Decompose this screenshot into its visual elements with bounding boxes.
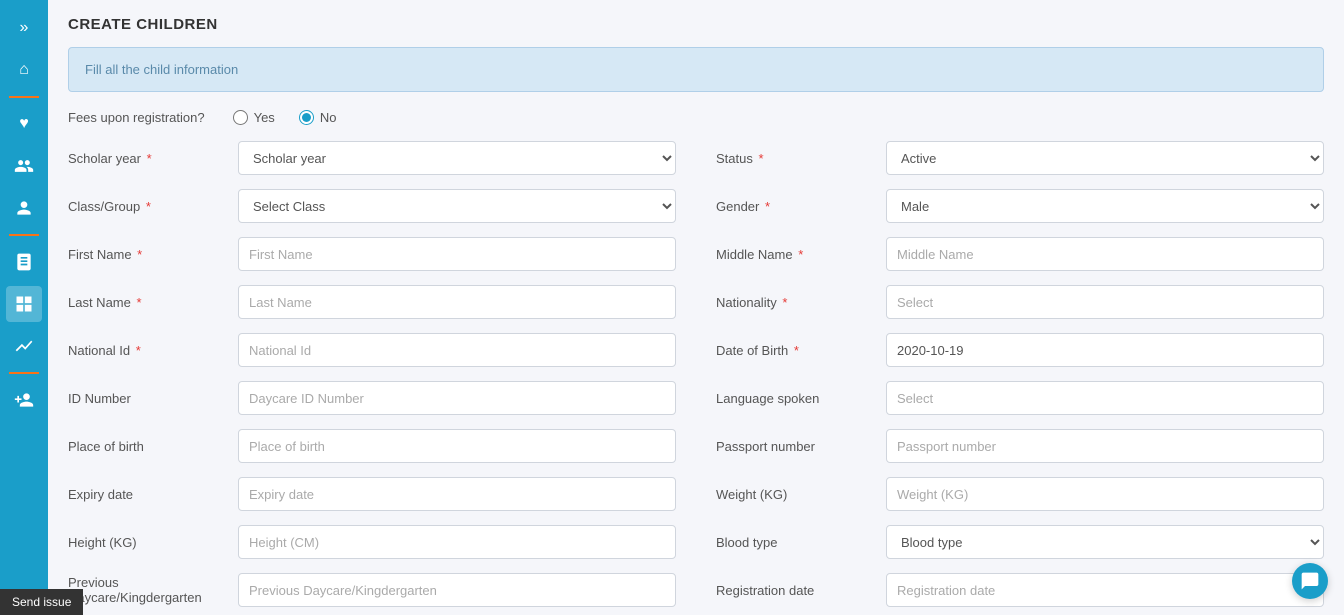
label-scholar-year: Scholar year * xyxy=(68,151,228,166)
input-blood-type[interactable]: Blood typeA+A-B+B-O+O-AB+AB- xyxy=(886,525,1324,559)
sidebar-divider-1 xyxy=(9,96,39,98)
input-expiry-date[interactable] xyxy=(238,477,676,511)
sidebar-divider-3 xyxy=(9,372,39,374)
label-middle-name: Middle Name * xyxy=(716,247,876,262)
sidebar-icon-grid[interactable] xyxy=(6,286,42,322)
input-status[interactable]: ActiveInactive xyxy=(886,141,1324,175)
sidebar-icon-home[interactable]: ⌂ xyxy=(6,52,42,88)
label-language-spoken: Language spoken xyxy=(716,391,876,406)
sidebar-icon-book[interactable] xyxy=(6,244,42,280)
sidebar-divider-2 xyxy=(9,234,39,236)
fees-row: Fees upon registration? Yes No xyxy=(68,110,1324,125)
input-place-of-birth[interactable] xyxy=(238,429,676,463)
fees-label: Fees upon registration? xyxy=(68,110,205,125)
sidebar: » ⌂ ♥ xyxy=(0,0,48,615)
input-height[interactable] xyxy=(238,525,676,559)
label-gender: Gender * xyxy=(716,199,876,214)
label-id-number: ID Number xyxy=(68,391,228,406)
input-passport-number[interactable] xyxy=(886,429,1324,463)
fees-no-option[interactable]: No xyxy=(299,110,337,125)
field-row-scholar-year: Scholar year * Scholar year xyxy=(68,141,676,175)
label-expiry-date: Expiry date xyxy=(68,487,228,502)
input-id-number[interactable] xyxy=(238,381,676,415)
field-row-registration-date: Registration date xyxy=(716,573,1324,607)
chat-bubble-button[interactable] xyxy=(1292,563,1328,599)
input-gender[interactable]: MaleFemale xyxy=(886,189,1324,223)
input-national-id[interactable] xyxy=(238,333,676,367)
field-row-first-name: First Name * xyxy=(68,237,676,271)
field-row-previous-daycare: Previous Daycare/Kingdergarten xyxy=(68,573,676,607)
sidebar-icon-group2[interactable] xyxy=(6,190,42,226)
field-row-class-group: Class/Group * Select Class xyxy=(68,189,676,223)
label-date-of-birth: Date of Birth * xyxy=(716,343,876,358)
input-last-name[interactable] xyxy=(238,285,676,319)
input-class-group[interactable]: Select Class xyxy=(238,189,676,223)
field-row-nationality: Nationality * xyxy=(716,285,1324,319)
input-middle-name[interactable] xyxy=(886,237,1324,271)
form-grid: Scholar year * Scholar year Status * Active… xyxy=(68,141,1324,607)
field-row-language-spoken: Language spoken xyxy=(716,381,1324,415)
info-banner: Fill all the child information xyxy=(68,47,1324,92)
fees-no-label: No xyxy=(320,110,337,125)
field-row-passport-number: Passport number xyxy=(716,429,1324,463)
input-language-spoken[interactable] xyxy=(886,381,1324,415)
label-class-group: Class/Group * xyxy=(68,199,228,214)
label-last-name: Last Name * xyxy=(68,295,228,310)
sidebar-icon-chart[interactable] xyxy=(6,328,42,364)
field-row-height: Height (KG) xyxy=(68,525,676,559)
label-weight: Weight (KG) xyxy=(716,487,876,502)
field-row-id-number: ID Number xyxy=(68,381,676,415)
field-row-gender: Gender * MaleFemale xyxy=(716,189,1324,223)
label-previous-daycare: Previous Daycare/Kingdergarten xyxy=(68,575,228,605)
field-row-middle-name: Middle Name * xyxy=(716,237,1324,271)
fees-yes-label: Yes xyxy=(254,110,275,125)
field-row-blood-type: Blood type Blood typeA+A-B+B-O+O-AB+AB- xyxy=(716,525,1324,559)
fees-yes-radio[interactable] xyxy=(233,110,248,125)
main-content: CREATE CHILDREN Fill all the child infor… xyxy=(48,0,1344,615)
input-first-name[interactable] xyxy=(238,237,676,271)
fees-radio-group: Yes No xyxy=(233,110,337,125)
send-issue-button[interactable]: Send issue xyxy=(0,589,83,615)
input-nationality[interactable] xyxy=(886,285,1324,319)
sidebar-icon-heart[interactable]: ♥ xyxy=(6,106,42,142)
sidebar-icon-chevron[interactable]: » xyxy=(6,10,42,46)
input-registration-date[interactable] xyxy=(886,573,1324,607)
sidebar-icon-person-plus[interactable] xyxy=(6,382,42,418)
label-national-id: National Id * xyxy=(68,343,228,358)
input-scholar-year[interactable]: Scholar year xyxy=(238,141,676,175)
label-height: Height (KG) xyxy=(68,535,228,550)
fees-no-radio[interactable] xyxy=(299,110,314,125)
field-row-status: Status * ActiveInactive xyxy=(716,141,1324,175)
label-status: Status * xyxy=(716,151,876,166)
field-row-expiry-date: Expiry date xyxy=(68,477,676,511)
label-nationality: Nationality * xyxy=(716,295,876,310)
input-previous-daycare[interactable] xyxy=(238,573,676,607)
field-row-weight: Weight (KG) xyxy=(716,477,1324,511)
input-weight[interactable] xyxy=(886,477,1324,511)
label-passport-number: Passport number xyxy=(716,439,876,454)
input-date-of-birth[interactable] xyxy=(886,333,1324,367)
label-blood-type: Blood type xyxy=(716,535,876,550)
fees-yes-option[interactable]: Yes xyxy=(233,110,275,125)
sidebar-icon-people[interactable] xyxy=(6,148,42,184)
field-row-last-name: Last Name * xyxy=(68,285,676,319)
field-row-place-of-birth: Place of birth xyxy=(68,429,676,463)
label-place-of-birth: Place of birth xyxy=(68,439,228,454)
page-title: CREATE CHILDREN xyxy=(68,16,1324,33)
field-row-national-id: National Id * xyxy=(68,333,676,367)
label-first-name: First Name * xyxy=(68,247,228,262)
field-row-date-of-birth: Date of Birth * xyxy=(716,333,1324,367)
label-registration-date: Registration date xyxy=(716,583,876,598)
